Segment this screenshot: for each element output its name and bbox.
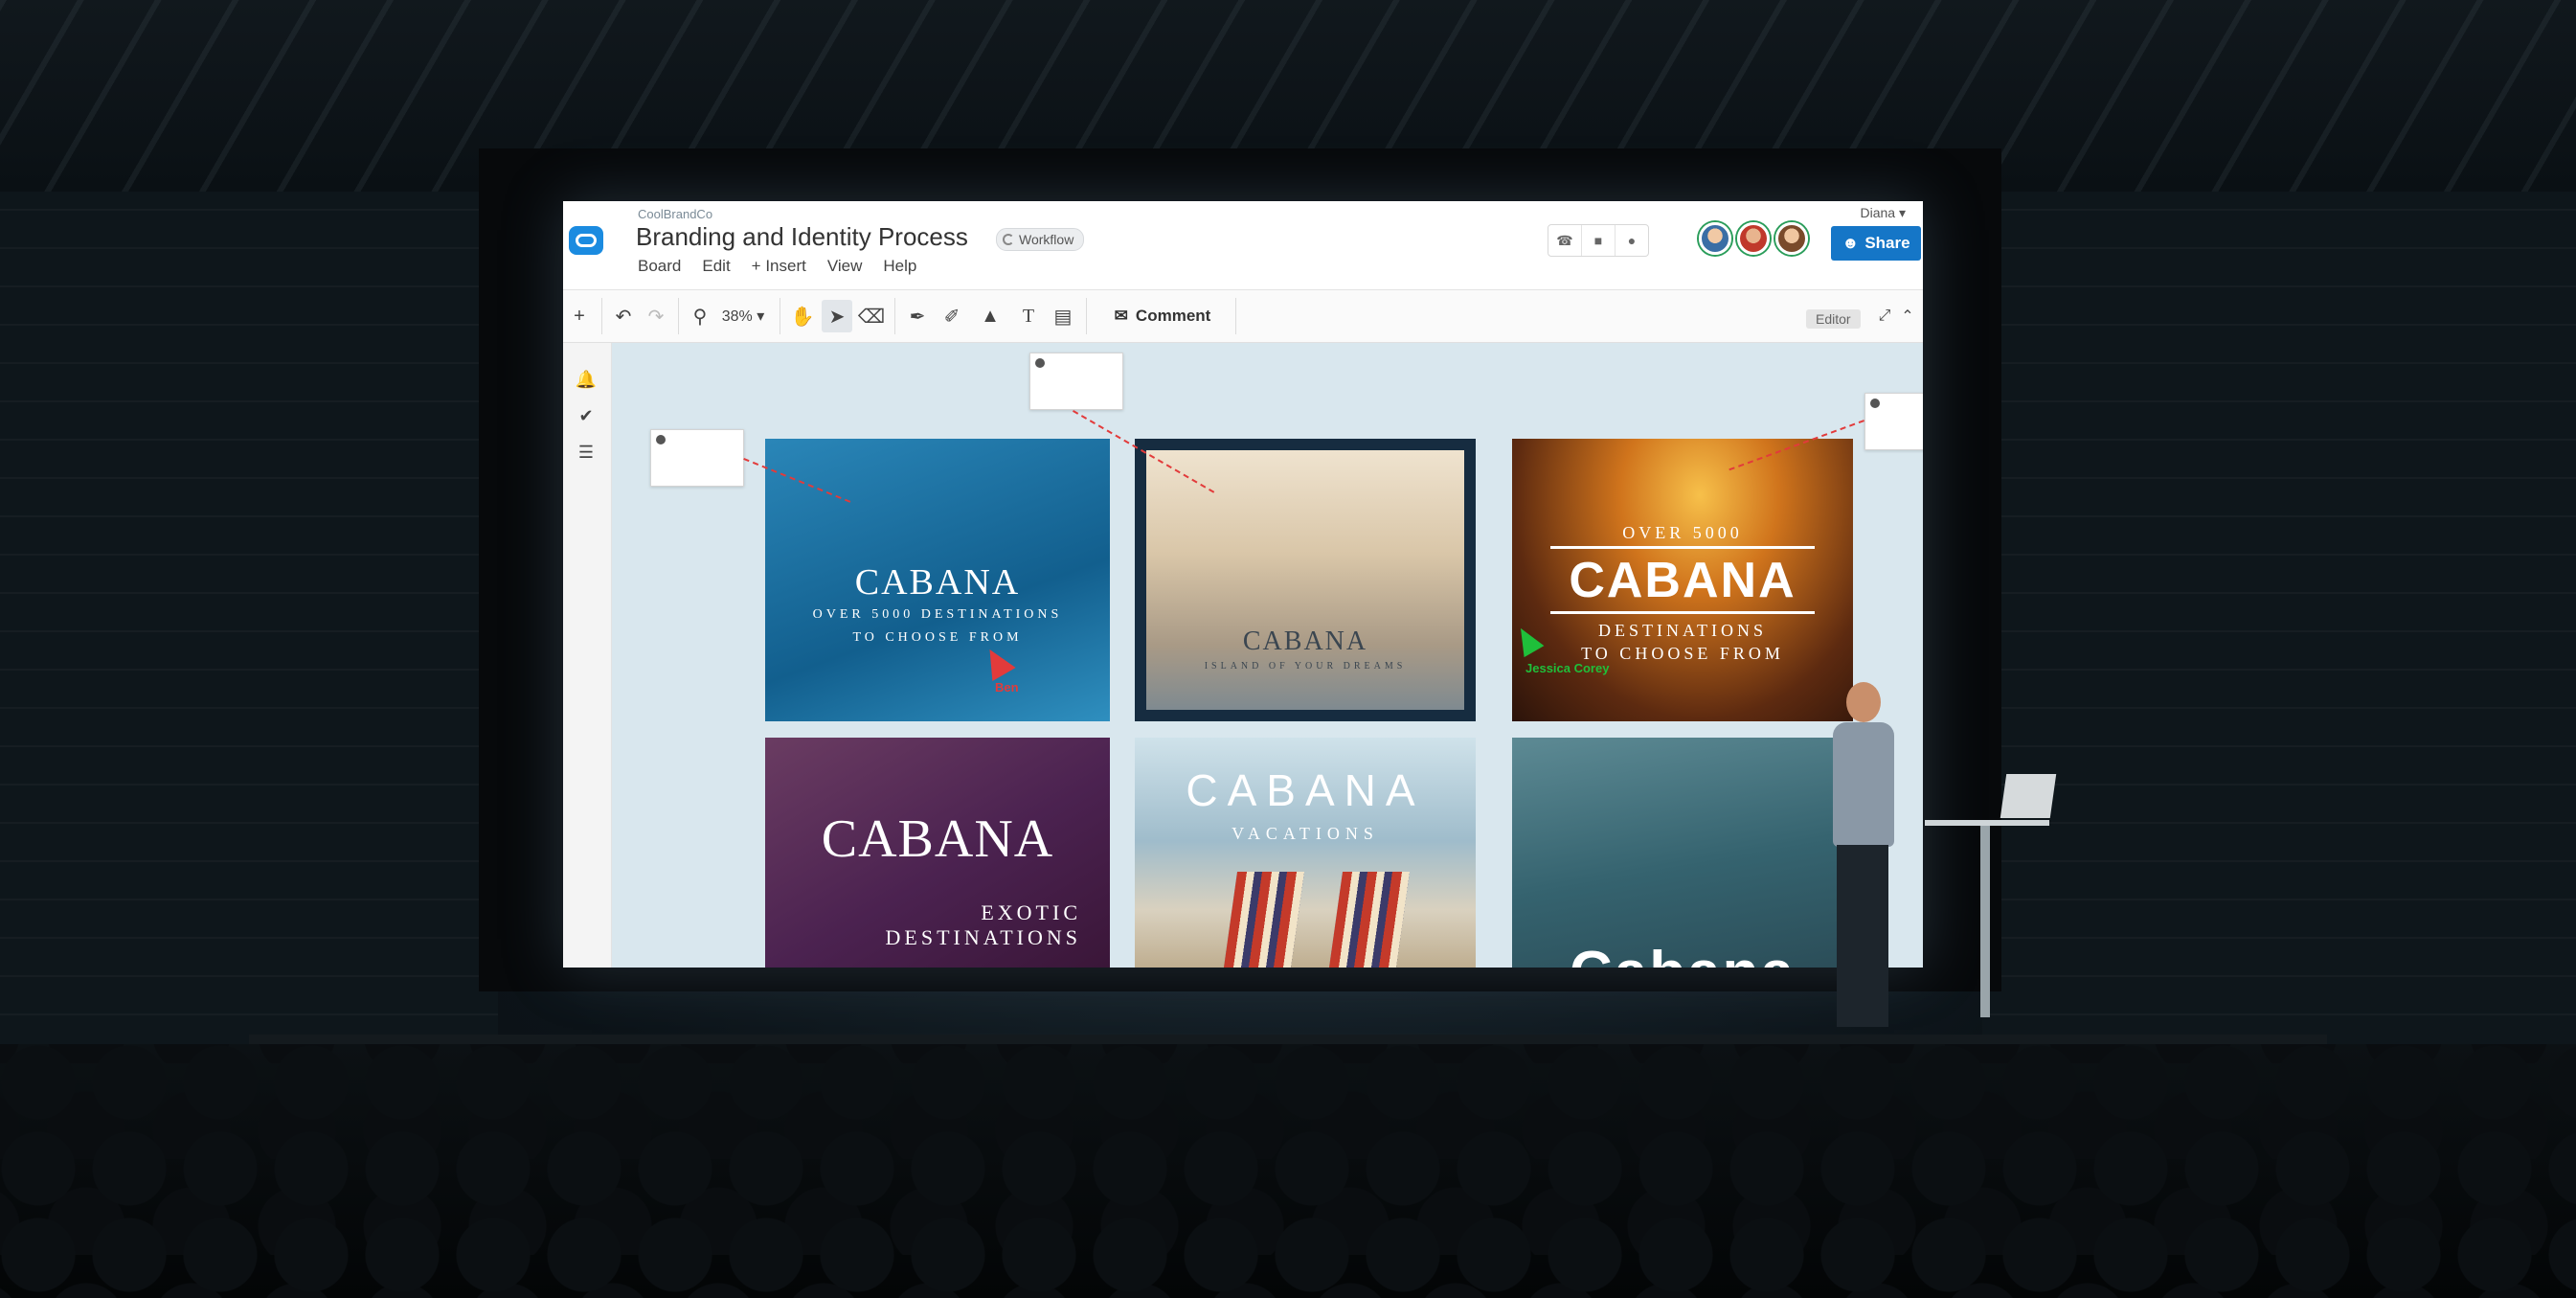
card-tagline: DESTINATIONS bbox=[885, 925, 1081, 949]
editor-badge: Editor bbox=[1806, 309, 1861, 329]
avatar[interactable] bbox=[1737, 222, 1770, 255]
card-eyebrow: OVER 5000 bbox=[1622, 523, 1743, 542]
chat-icon[interactable]: ● bbox=[1616, 225, 1648, 256]
comment-button[interactable]: ✉ Comment bbox=[1096, 300, 1230, 332]
card-tagline: OVER 5000 DESTINATIONS bbox=[812, 607, 1063, 622]
card-brand: CABANA bbox=[1186, 765, 1425, 815]
check-icon[interactable]: ✔ bbox=[575, 404, 598, 427]
right-wall bbox=[1982, 192, 2576, 1054]
comment-label: Comment bbox=[1135, 307, 1211, 325]
menu-view[interactable]: View bbox=[827, 257, 863, 276]
laptop bbox=[2000, 774, 2057, 818]
organization-name[interactable]: CoolBrandCo bbox=[638, 207, 712, 221]
cursor-label: Jessica Corey bbox=[1525, 661, 1610, 675]
zoom-icon[interactable]: ⚲ bbox=[686, 300, 714, 332]
select-tool-icon[interactable]: ➤ bbox=[822, 300, 852, 332]
list-icon[interactable]: ☰ bbox=[575, 441, 598, 464]
presenter bbox=[1800, 682, 1925, 1056]
sticky-note-icon[interactable]: ▤ bbox=[1048, 300, 1078, 332]
redo-icon[interactable]: ↷ bbox=[642, 300, 670, 332]
zoom-level[interactable]: 38% ▾ bbox=[716, 300, 770, 332]
phone-icon[interactable]: ☎ bbox=[1548, 225, 1582, 256]
left-wall bbox=[0, 192, 498, 1054]
card-brand: CABANA bbox=[1242, 626, 1368, 656]
share-label: Share bbox=[1864, 234, 1910, 252]
cursor-label: Ben bbox=[995, 680, 1019, 695]
card-tagline: VACATIONS bbox=[1232, 824, 1379, 843]
menu-bar: Board Edit + Insert View Help bbox=[638, 257, 916, 276]
undo-icon[interactable]: ↶ bbox=[609, 300, 638, 332]
projected-app-window: CoolBrandCo Branding and Identity Proces… bbox=[563, 201, 1923, 968]
chat-logo-icon[interactable] bbox=[569, 226, 603, 255]
audience-silhouettes bbox=[0, 1044, 2576, 1298]
design-card-5[interactable]: CABANA VACATIONS bbox=[1135, 738, 1476, 968]
design-card-4[interactable]: CABANA EXOTIC DESTINATIONS bbox=[765, 738, 1110, 968]
avatar[interactable] bbox=[1699, 222, 1731, 255]
comment-icon: ✉ bbox=[1114, 307, 1128, 325]
comment-note[interactable] bbox=[650, 429, 744, 487]
people-icon: ☻ bbox=[1842, 234, 1860, 252]
menu-board[interactable]: Board bbox=[638, 257, 681, 276]
marker-tool-icon[interactable]: ✐ bbox=[937, 300, 967, 332]
design-card-1[interactable]: CABANA OVER 5000 DESTINATIONS TO CHOOSE … bbox=[765, 439, 1110, 721]
bell-icon[interactable]: 🔔 bbox=[575, 368, 598, 391]
left-sidebar: 🔔 ✔ ☰ bbox=[563, 343, 612, 968]
card-tagline: EXOTIC bbox=[981, 900, 1081, 924]
design-card-3[interactable]: OVER 5000 CABANA DESTINATIONS TO CHOOSE … bbox=[1512, 439, 1853, 721]
text-tool-icon[interactable]: T bbox=[1013, 300, 1044, 332]
card-brand: CABANA bbox=[854, 562, 1021, 603]
share-button[interactable]: ☻ Share bbox=[1831, 226, 1921, 261]
avatar[interactable] bbox=[1775, 222, 1808, 255]
video-icon[interactable]: ■ bbox=[1582, 225, 1616, 256]
user-menu[interactable]: Diana ▾ bbox=[1861, 205, 1907, 221]
comment-note[interactable] bbox=[1864, 393, 1923, 450]
beach-chair bbox=[1328, 872, 1411, 968]
workflow-icon bbox=[1003, 234, 1014, 245]
menu-help[interactable]: Help bbox=[883, 257, 916, 276]
add-icon[interactable]: + bbox=[567, 300, 592, 332]
eraser-icon[interactable]: ⌫ bbox=[856, 300, 887, 332]
workflow-label: Workflow bbox=[1019, 232, 1074, 247]
workflow-button[interactable]: Workflow bbox=[996, 228, 1085, 251]
card-brand: CABANA bbox=[1569, 553, 1796, 608]
lectern-leg bbox=[1980, 826, 1990, 1017]
collaborator-avatars bbox=[1699, 222, 1808, 255]
fullscreen-icon[interactable]: ⤢ bbox=[1875, 300, 1894, 332]
card-tagline: TO CHOOSE FROM bbox=[852, 630, 1023, 645]
cursor-arrow-icon bbox=[978, 643, 1016, 681]
card-tagline: DESTINATIONS bbox=[1598, 621, 1767, 640]
call-controls: ☎ ■ ● bbox=[1548, 224, 1649, 257]
toolbar: + ↶ ↷ ⚲ 38% ▾ ✋ ➤ ⌫ ✒ ✐ ▲ T ▤ ✉ Comment … bbox=[563, 290, 1923, 343]
menu-insert[interactable]: + Insert bbox=[752, 257, 806, 276]
card-brand: CABANA bbox=[821, 809, 1054, 869]
collapse-icon[interactable]: ⌃ bbox=[1898, 300, 1917, 332]
hand-tool-icon[interactable]: ✋ bbox=[787, 300, 818, 332]
pen-tool-icon[interactable]: ✒ bbox=[902, 300, 933, 332]
shape-tool-icon[interactable]: ▲ bbox=[971, 300, 1009, 332]
app-header: CoolBrandCo Branding and Identity Proces… bbox=[563, 201, 1923, 290]
card-tagline: ISLAND OF YOUR DREAMS bbox=[1204, 661, 1407, 672]
board-title[interactable]: Branding and Identity Process bbox=[636, 222, 968, 252]
comment-note[interactable] bbox=[1029, 353, 1123, 410]
menu-edit[interactable]: Edit bbox=[702, 257, 730, 276]
board-canvas[interactable]: CABANA OVER 5000 DESTINATIONS TO CHOOSE … bbox=[612, 343, 1923, 968]
design-card-2[interactable]: CABANA ISLAND OF YOUR DREAMS bbox=[1135, 439, 1476, 721]
beach-chair bbox=[1223, 872, 1305, 968]
